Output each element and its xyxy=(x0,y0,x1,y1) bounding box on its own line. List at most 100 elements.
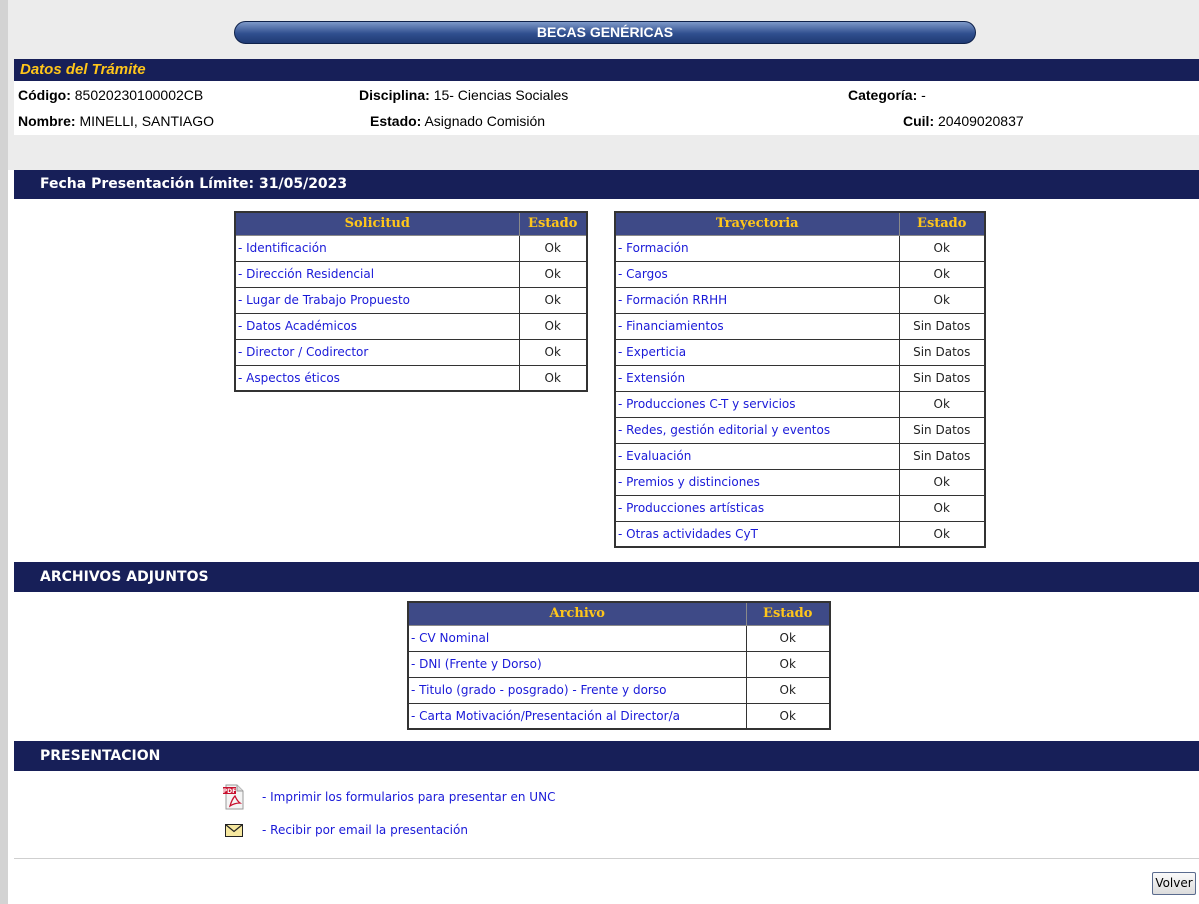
archivo-status: Ok xyxy=(745,702,831,730)
solicitud-link[interactable]: - Identificación xyxy=(234,234,520,262)
trayectoria-header: Trayectoria xyxy=(614,211,900,236)
archivo-status: Ok xyxy=(745,676,831,704)
trayectoria-link[interactable]: - Extensión xyxy=(614,364,900,392)
cuil-value: 20409020837 xyxy=(938,113,1024,129)
solicitud-row: - Identificación Ok xyxy=(234,234,588,262)
trayectoria-link[interactable]: - Cargos xyxy=(614,260,900,288)
trayectoria-link[interactable]: - Otras actividades CyT xyxy=(614,520,900,548)
codigo-value: 85020230100002CB xyxy=(74,87,204,103)
solicitud-link[interactable]: - Director / Codirector xyxy=(234,338,520,366)
estado-field: Estado: Asignado Comisión xyxy=(370,113,546,129)
solicitud-link[interactable]: - Datos Académicos xyxy=(234,312,520,340)
trayectoria-row: - Evaluación Sin Datos xyxy=(614,442,986,470)
trayectoria-link[interactable]: - Formación RRHH xyxy=(614,286,900,314)
trayectoria-estado-header: Estado xyxy=(898,211,986,236)
trayectoria-link[interactable]: - Producciones artísticas xyxy=(614,494,900,522)
imprimir-formularios-label[interactable]: - Imprimir los formularios para presenta… xyxy=(262,790,555,804)
disciplina-value: 15- Ciencias Sociales xyxy=(433,87,569,103)
solicitud-link[interactable]: - Dirección Residencial xyxy=(234,260,520,288)
trayectoria-row: - Premios y distinciones Ok xyxy=(614,468,986,496)
trayectoria-status: Sin Datos xyxy=(898,338,986,366)
trayectoria-link[interactable]: - Redes, gestión editorial y eventos xyxy=(614,416,900,444)
trayectoria-row: - Formación Ok xyxy=(614,234,986,262)
svg-text:PDF: PDF xyxy=(223,788,236,795)
trayectoria-status: Ok xyxy=(898,260,986,288)
trayectoria-status: Ok xyxy=(898,468,986,496)
trayectoria-row: - Producciones artísticas Ok xyxy=(614,494,986,522)
trayectoria-row: - Cargos Ok xyxy=(614,260,986,288)
recibir-email-label[interactable]: - Recibir por email la presentación xyxy=(262,823,468,837)
solicitud-row: - Lugar de Trabajo Propuesto Ok xyxy=(234,286,588,314)
archivos-table: Archivo Estado - CV Nominal Ok - DNI (Fren… xyxy=(407,601,831,730)
trayectoria-row: - Financiamientos Sin Datos xyxy=(614,312,986,340)
trayectoria-row: - Extensión Sin Datos xyxy=(614,364,986,392)
nombre-field: Nombre: MINELLI, SANTIAGO xyxy=(18,113,215,129)
archivo-link[interactable]: - DNI (Frente y Dorso) xyxy=(407,650,747,678)
trayectoria-link[interactable]: - Experticia xyxy=(614,338,900,366)
trayectoria-row: - Redes, gestión editorial y eventos Sin … xyxy=(614,416,986,444)
trayectoria-link[interactable]: - Formación xyxy=(614,234,900,262)
archivos-section-header: ARCHIVOS ADJUNTOS xyxy=(14,562,1199,592)
trayectoria-status: Ok xyxy=(898,234,986,262)
trayectoria-row: - Producciones C-T y servicios Ok xyxy=(614,390,986,418)
archivo-link[interactable]: - Carta Motivación/Presentación al Direc… xyxy=(407,702,747,730)
left-page-border xyxy=(0,0,8,904)
fecha-limite-bar: Fecha Presentación Límite: 31/05/2023 xyxy=(14,170,1199,199)
solicitud-link[interactable]: - Aspectos éticos xyxy=(234,364,520,392)
trayectoria-status: Sin Datos xyxy=(898,442,986,470)
trayectoria-link[interactable]: - Financiamientos xyxy=(614,312,900,340)
solicitud-row: - Dirección Residencial Ok xyxy=(234,260,588,288)
solicitud-row: - Aspectos éticos Ok xyxy=(234,364,588,392)
archivo-status: Ok xyxy=(745,650,831,678)
envelope-icon[interactable] xyxy=(220,823,248,837)
solicitud-status: Ok xyxy=(518,260,588,288)
recibir-email-link[interactable]: - Recibir por email la presentación xyxy=(220,817,468,843)
estado-value: Asignado Comisión xyxy=(424,113,546,129)
nombre-value: MINELLI, SANTIAGO xyxy=(79,113,215,129)
solicitud-status: Ok xyxy=(518,234,588,262)
solicitud-estado-header: Estado xyxy=(518,211,588,236)
footer-area xyxy=(14,858,1199,904)
disciplina-field: Disciplina: 15- Ciencias Sociales xyxy=(359,87,569,103)
trayectoria-status: Ok xyxy=(898,520,986,548)
archivo-link[interactable]: - Titulo (grado - posgrado) - Frente y d… xyxy=(407,676,747,704)
solicitud-table: Solicitud Estado - Identificación Ok - Dir… xyxy=(234,211,588,392)
archivo-row: - Carta Motivación/Presentación al Direc… xyxy=(407,702,831,730)
volver-button[interactable]: Volver xyxy=(1152,872,1196,895)
trayectoria-status: Ok xyxy=(898,494,986,522)
trayectoria-link[interactable]: - Producciones C-T y servicios xyxy=(614,390,900,418)
archivo-link[interactable]: - CV Nominal xyxy=(407,624,747,652)
trayectoria-row: - Formación RRHH Ok xyxy=(614,286,986,314)
solicitud-status: Ok xyxy=(518,286,588,314)
trayectoria-link[interactable]: - Premios y distinciones xyxy=(614,468,900,496)
trayectoria-status: Sin Datos xyxy=(898,416,986,444)
solicitud-status: Ok xyxy=(518,338,588,366)
solicitud-status: Ok xyxy=(518,312,588,340)
solicitud-link[interactable]: - Lugar de Trabajo Propuesto xyxy=(234,286,520,314)
trayectoria-table: Trayectoria Estado - Formación Ok - Cargos… xyxy=(614,211,986,548)
trayectoria-status: Sin Datos xyxy=(898,364,986,392)
cuil-field: Cuil: 20409020837 xyxy=(903,113,1024,129)
archivo-status: Ok xyxy=(745,624,831,652)
solicitud-row: - Director / Codirector Ok xyxy=(234,338,588,366)
trayectoria-status: Sin Datos xyxy=(898,312,986,340)
trayectoria-status: Ok xyxy=(898,390,986,418)
archivo-header: Archivo xyxy=(407,601,747,626)
imprimir-formularios-link[interactable]: PDF - Imprimir los formularios para pres… xyxy=(220,784,555,810)
trayectoria-row: - Experticia Sin Datos xyxy=(614,338,986,366)
presentacion-section-header: PRESENTACION xyxy=(14,741,1199,771)
solicitud-header: Solicitud xyxy=(234,211,520,236)
trayectoria-status: Ok xyxy=(898,286,986,314)
categoria-value: - xyxy=(921,87,926,103)
datos-header: Datos del Trámite xyxy=(14,59,1199,81)
solicitud-status: Ok xyxy=(518,364,588,392)
trayectoria-link[interactable]: - Evaluación xyxy=(614,442,900,470)
solicitud-row: - Datos Académicos Ok xyxy=(234,312,588,340)
archivo-estado-header: Estado xyxy=(745,601,831,626)
archivo-row: - DNI (Frente y Dorso) Ok xyxy=(407,650,831,678)
datos-panel: Código: 85020230100002CB Disciplina: 15-… xyxy=(14,81,1199,135)
pdf-icon[interactable]: PDF xyxy=(220,784,248,810)
categoria-field: Categoría: - xyxy=(848,87,926,103)
archivo-row: - Titulo (grado - posgrado) - Frente y d… xyxy=(407,676,831,704)
archivo-row: - CV Nominal Ok xyxy=(407,624,831,652)
